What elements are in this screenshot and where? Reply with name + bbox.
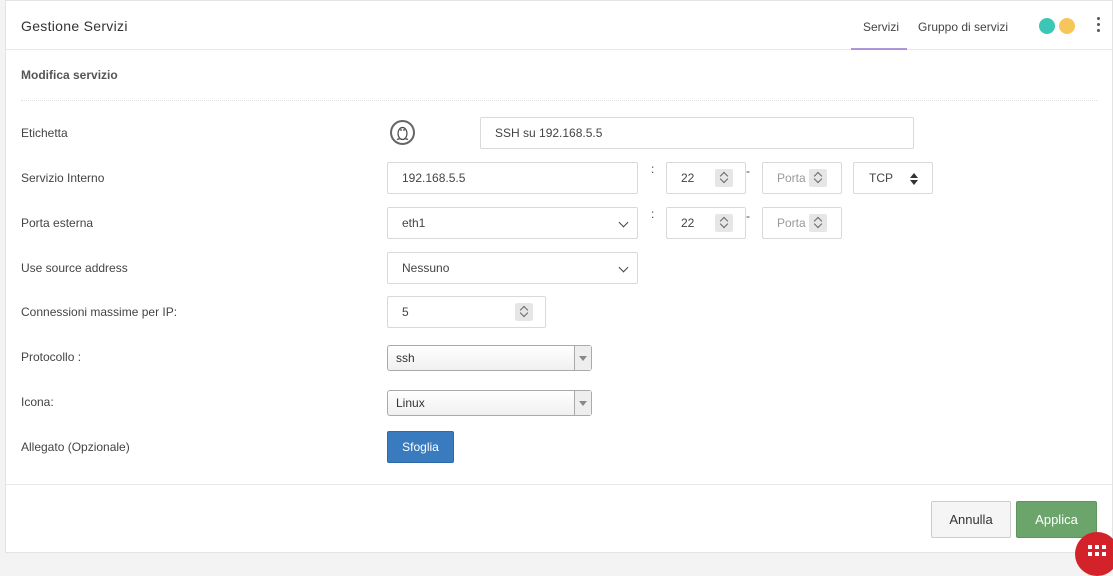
colon-separator: : bbox=[651, 162, 655, 176]
protocol-tcp-value: TCP bbox=[869, 171, 893, 185]
external-port-end-input[interactable]: Porta bbox=[762, 207, 842, 239]
linux-tux-icon[interactable] bbox=[390, 120, 415, 145]
external-port-input[interactable]: 22 bbox=[666, 207, 746, 239]
internal-ip-input[interactable]: 192.168.5.5 bbox=[387, 162, 638, 194]
status-dot-yellow bbox=[1059, 18, 1075, 34]
dropdown-arrow-icon[interactable] bbox=[574, 346, 591, 370]
source-address-select[interactable]: Nessuno bbox=[387, 252, 638, 284]
tab-gruppo-servizi[interactable]: Gruppo di servizi bbox=[918, 20, 1008, 34]
label-input[interactable]: SSH su 192.168.5.5 bbox=[480, 117, 914, 149]
sort-arrows-icon bbox=[910, 173, 918, 185]
spinner-icon[interactable] bbox=[515, 303, 533, 321]
page-title: Gestione Servizi bbox=[21, 18, 128, 34]
browse-button[interactable]: Sfoglia bbox=[387, 431, 454, 463]
tab-servizi[interactable]: Servizi bbox=[850, 20, 908, 50]
footer-divider bbox=[6, 484, 1112, 485]
label-max-connections: Connessioni massime per IP: bbox=[21, 305, 178, 319]
form-title: Modifica servizio bbox=[21, 68, 118, 82]
internal-port-value: 22 bbox=[681, 171, 695, 185]
dropdown-arrow-icon[interactable] bbox=[574, 391, 591, 415]
apply-button[interactable]: Applica bbox=[1016, 501, 1097, 538]
internal-port-end-input[interactable]: Porta bbox=[762, 162, 842, 194]
dash-separator: - bbox=[746, 164, 750, 178]
spinner-icon[interactable] bbox=[809, 214, 827, 232]
cancel-button[interactable]: Annulla bbox=[931, 501, 1011, 538]
spinner-icon[interactable] bbox=[715, 214, 733, 232]
max-connections-value: 5 bbox=[402, 305, 409, 319]
apps-grid-icon[interactable] bbox=[1075, 532, 1113, 576]
external-interface-value: eth1 bbox=[402, 216, 426, 230]
label-protocollo: Protocollo : bbox=[21, 350, 82, 364]
icon-select[interactable]: Linux bbox=[387, 390, 592, 416]
label-source-address: Use source address bbox=[21, 261, 128, 275]
protocol-tcp-select[interactable]: TCP bbox=[853, 162, 933, 194]
external-port-value: 22 bbox=[681, 216, 695, 230]
service-panel: Gestione Servizi Servizi Gruppo di servi… bbox=[5, 0, 1113, 553]
label-allegato: Allegato (Opzionale) bbox=[21, 440, 130, 454]
chevron-down-icon bbox=[618, 262, 629, 273]
kebab-menu-icon[interactable] bbox=[1094, 17, 1102, 35]
protocol-value: ssh bbox=[396, 351, 415, 365]
label-icona: Icona: bbox=[21, 395, 54, 409]
panel-header: Gestione Servizi Servizi Gruppo di servi… bbox=[6, 1, 1112, 50]
icon-value: Linux bbox=[396, 396, 425, 410]
label-servizio-interno: Servizio Interno bbox=[21, 171, 105, 185]
status-dot-teal bbox=[1039, 18, 1055, 34]
protocol-select[interactable]: ssh bbox=[387, 345, 592, 371]
label-porta-esterna: Porta esterna bbox=[21, 216, 94, 230]
spinner-icon[interactable] bbox=[715, 169, 733, 187]
chevron-down-icon bbox=[618, 217, 629, 228]
internal-port-input[interactable]: 22 bbox=[666, 162, 746, 194]
colon-separator: : bbox=[651, 207, 655, 221]
external-interface-select[interactable]: eth1 bbox=[387, 207, 638, 239]
spinner-icon[interactable] bbox=[809, 169, 827, 187]
max-connections-input[interactable]: 5 bbox=[387, 296, 546, 328]
source-address-value: Nessuno bbox=[402, 261, 450, 275]
divider bbox=[21, 100, 1097, 101]
external-port-end-placeholder: Porta bbox=[777, 216, 806, 230]
internal-port-end-placeholder: Porta bbox=[777, 171, 806, 185]
label-etichetta: Etichetta bbox=[21, 126, 68, 140]
dash-separator: - bbox=[746, 209, 750, 223]
